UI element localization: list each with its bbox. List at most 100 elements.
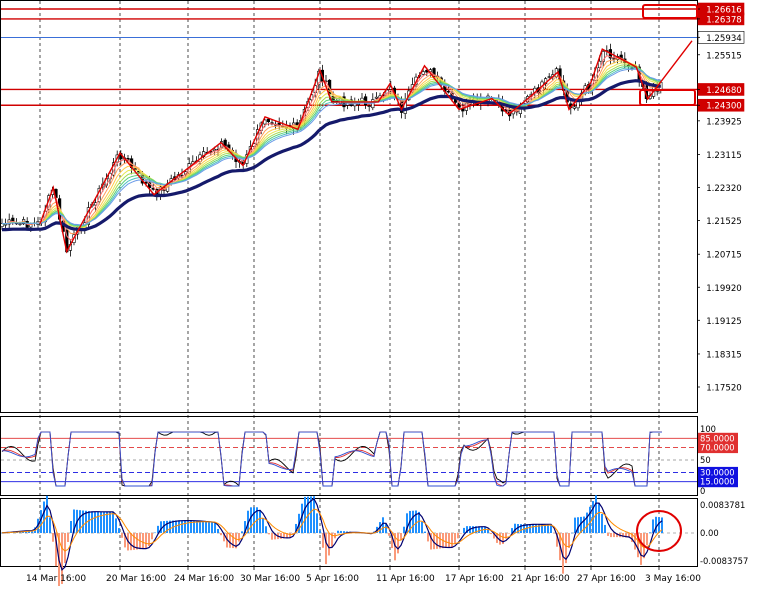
macd-tick-label: 0.00 [700, 528, 719, 538]
macd-histogram-bar [154, 532, 156, 534]
stoch-tick-label: 50 [700, 455, 711, 465]
macd-histogram-bar [220, 533, 222, 536]
candle-body [212, 148, 217, 151]
macd-histogram-bar [472, 526, 474, 533]
macd-histogram-bar [652, 519, 654, 533]
macd-histogram-bar [313, 496, 315, 533]
macd-histogram-bar [121, 533, 123, 538]
macd-histogram-bar [445, 533, 447, 548]
macd-histogram-bar [100, 511, 102, 533]
macd-histogram-bar [64, 533, 66, 563]
macd-histogram-bar [106, 511, 108, 533]
price-tick-label: 1.25934 [706, 34, 742, 44]
price-tick-label: 1.22320 [706, 184, 742, 194]
macd-histogram-bar [304, 496, 306, 533]
macd-histogram-bar [259, 509, 261, 533]
macd-histogram-bar [43, 501, 45, 533]
time-tick-label: 24 Mar 16:00 [174, 574, 234, 584]
candle-body [446, 91, 451, 93]
macd-histogram-bar [118, 528, 120, 533]
stoch-tick-label: 70.0000 [700, 443, 735, 453]
candle-body [11, 217, 15, 222]
macd-histogram-bar [316, 513, 318, 533]
macd-histogram-bar [613, 533, 615, 538]
chart-window: 14 Mar 16:00 20 Mar 16:00 24 Mar 16:00 30 M… [0, 0, 768, 590]
macd-histogram-bar [253, 507, 255, 533]
macd-histogram-bar [199, 521, 201, 533]
macd-histogram-bar [532, 524, 534, 533]
macd-histogram-bar [508, 533, 510, 534]
price-tick-label: 1.17520 [706, 384, 742, 394]
macd-histogram-bar [211, 522, 213, 533]
macd-histogram-bar [205, 521, 207, 533]
macd-histogram-bar [337, 530, 339, 533]
macd-histogram-bar [46, 495, 48, 533]
macd-histogram-bar [322, 533, 324, 548]
macd-histogram-bar [454, 533, 456, 544]
zigzag-line [39, 40, 693, 254]
time-tick-label: 14 Mar 16:00 [26, 574, 86, 584]
macd-histogram-bar [178, 520, 180, 533]
candle-body [4, 223, 8, 226]
candle-body [572, 106, 576, 109]
macd-histogram-bar [250, 507, 252, 533]
price-panel [0, 8, 697, 257]
macd-histogram-bar [268, 533, 270, 535]
candle-body [547, 76, 551, 78]
macd-histogram-bar [487, 529, 489, 533]
price-tick-label: 1.23925 [706, 117, 742, 127]
macd-histogram-bar [97, 511, 99, 533]
time-tick-label: 27 Apr 16:00 [577, 574, 636, 584]
stoch-tick-label: 0 [700, 486, 705, 496]
price-tick-label: 1.19125 [706, 317, 742, 327]
stoch-main-line [1, 431, 662, 487]
stochastic-panel-frame [0, 416, 698, 496]
macd-histogram-bar [340, 530, 342, 533]
macd-histogram-bar [451, 533, 453, 548]
macd-histogram-bar [649, 532, 651, 533]
macd-histogram-bar [388, 533, 390, 536]
macd-histogram-bar [343, 531, 345, 533]
macd-histogram-bar [91, 511, 93, 533]
macd-histogram-bar [109, 511, 111, 533]
macd-histogram-bar [553, 533, 555, 534]
macd-histogram-bar [262, 518, 264, 533]
macd-histogram-bar [607, 533, 609, 536]
macd-histogram-bar [460, 533, 462, 534]
candle-body [266, 118, 271, 123]
macd-histogram-bar [130, 533, 132, 551]
time-tick-label: 17 Apr 16:00 [445, 574, 504, 584]
stoch-signal-line [1, 431, 662, 487]
macd-histogram-bar [535, 524, 537, 533]
candle-body [18, 223, 22, 225]
annotation-box-resistance [642, 4, 698, 19]
candle-body [421, 71, 425, 75]
macd-histogram-bar [571, 532, 573, 534]
macd-histogram-bar [424, 531, 426, 533]
macd-histogram-bar [145, 533, 147, 549]
macd-histogram-bar [529, 524, 531, 533]
macd-histogram-bar [49, 517, 51, 533]
macd-histogram-bar [382, 517, 384, 533]
time-tick-label: 3 May 16:00 [645, 574, 701, 584]
time-tick-label: 5 Apr 16:00 [306, 574, 359, 584]
time-axis: 14 Mar 16:00 20 Mar 16:00 24 Mar 16:00 30 M… [26, 566, 701, 584]
macd-tick-label: -0.0083757 [700, 556, 748, 566]
time-tick-label: 11 Apr 16:00 [376, 574, 435, 584]
macd-histogram-bar [421, 521, 423, 533]
macd-histogram-bar [52, 533, 54, 542]
macd-histogram-bar [601, 514, 603, 533]
macd-histogram-bar [112, 511, 114, 533]
macd-histogram-bar [490, 533, 492, 535]
price-tick-label: 1.24680 [706, 86, 742, 96]
macd-histogram-bar [412, 510, 414, 533]
price-tick-label: 1.25515 [706, 51, 742, 61]
forex-chart: 14 Mar 16:00 20 Mar 16:00 24 Mar 16:00 30 M… [0, 0, 748, 590]
macd-histogram-bar [328, 533, 330, 556]
candle-body [367, 105, 371, 107]
price-tick-label: 1.19920 [706, 284, 742, 294]
price-tick-label: 1.24300 [706, 102, 742, 112]
macd-histogram-bar [70, 521, 72, 533]
macd-histogram-bar [94, 511, 96, 533]
macd-histogram-bar [610, 533, 612, 538]
